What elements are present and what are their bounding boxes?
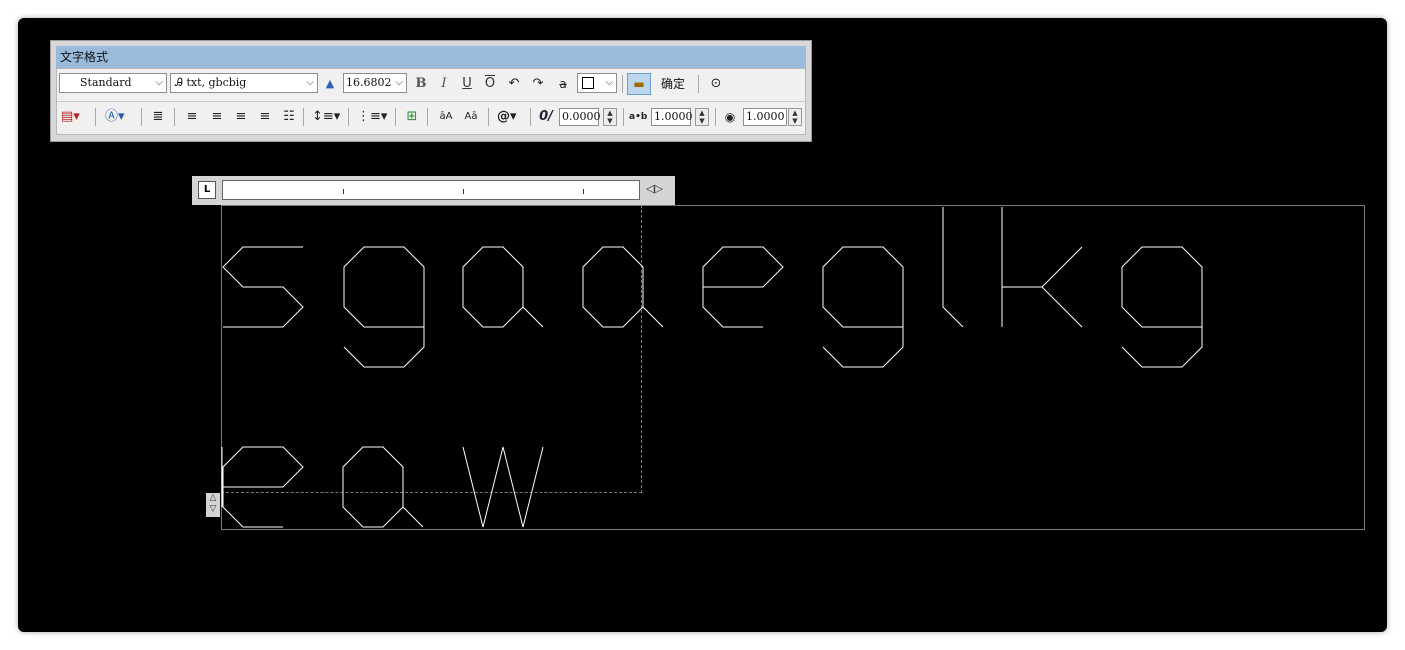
glyph-g bbox=[343, 246, 425, 368]
mtext-glyphs[interactable] bbox=[0, 0, 1405, 650]
glyph-e bbox=[702, 246, 784, 328]
glyph-w bbox=[462, 446, 544, 528]
glyph-a bbox=[462, 246, 544, 328]
glyph-a-3 bbox=[342, 446, 424, 528]
glyph-s bbox=[222, 246, 304, 328]
glyph-a-2 bbox=[582, 246, 664, 328]
glyph-l bbox=[942, 207, 964, 328]
glyph-e-2 bbox=[222, 446, 304, 528]
glyph-g-3 bbox=[1121, 246, 1203, 368]
glyph-g-2 bbox=[822, 246, 904, 368]
glyph-k bbox=[1001, 207, 1083, 328]
